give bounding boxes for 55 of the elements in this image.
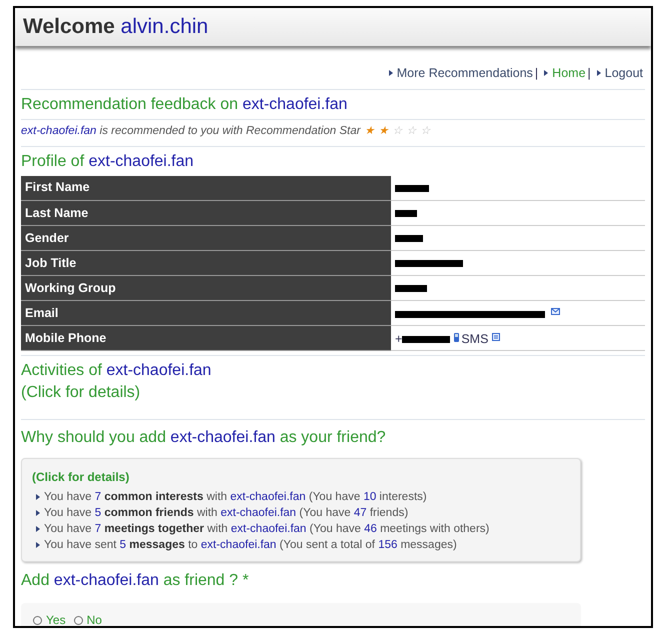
sms-link[interactable]: SMS — [461, 332, 488, 346]
profile-link[interactable]: ext-chaofei.fan — [106, 362, 212, 379]
table-cell: First Name — [21, 176, 391, 200]
profile-link[interactable]: ext-chaofei.fan — [200, 539, 276, 551]
reason-text: You have sent 5 messages to ext-chaofei.fan (You sent a total of 156 messages) — [44, 538, 457, 553]
recommendation-text: ext-chaofei.fan is recommended to you with Recommendation Star — [21, 124, 360, 140]
bullet-icon — [596, 70, 601, 76]
reason-text: You have 5 common friends with ext-chaofei.fan (You have 47 friends) — [44, 506, 408, 521]
star-icon: ☆ — [406, 126, 416, 138]
details-link[interactable]: (Click for details) — [21, 383, 140, 407]
profile-link[interactable]: ext-chaofei.fan — [220, 507, 296, 519]
separator-text: | — [588, 66, 591, 80]
table-cell: Gender — [21, 226, 391, 250]
section-heading: Activities of ext-chaofei.fan — [21, 361, 212, 381]
star-icon: ★ — [364, 126, 374, 138]
section-heading: Profile of ext-chaofei.fan — [21, 152, 195, 172]
nav-link[interactable]: Logout — [604, 66, 643, 80]
redaction-bar — [395, 184, 429, 192]
section-heading: Why should you add ext-chaofei.fan as your friend? — [21, 428, 387, 448]
section-heading: Recommendation feedback on ext-chaofei.fan — [21, 95, 348, 116]
redaction-bar — [402, 336, 450, 344]
table-cell: Last Name — [21, 200, 391, 226]
table-cell: Mobile Phone — [21, 326, 391, 350]
redaction-bar — [395, 210, 417, 217]
table-cell: Email — [21, 300, 391, 326]
bullet-icon — [36, 542, 40, 548]
welcome-title: Welcome alvin.chin — [23, 15, 208, 38]
profile-link[interactable]: ext-chaofei.fan — [170, 429, 276, 446]
bullet-icon — [36, 494, 40, 500]
profile-link[interactable]: ext-chaofei.fan — [230, 523, 306, 535]
phone-icon — [454, 330, 460, 344]
profile-link[interactable]: ext-chaofei.fan — [230, 491, 306, 503]
profile-link[interactable]: ext-chaofei.fan — [88, 152, 194, 170]
bullet-icon — [388, 70, 393, 76]
reason-text: You have 7 common interests with ext-chaofei.fan (You have 10 interests) — [44, 490, 427, 505]
bullet-icon — [36, 510, 40, 516]
redaction-bar — [395, 284, 427, 292]
reason-text: You have 7 meetings together with ext-chaofei.fan (You have 46 meetings with others) — [44, 522, 490, 537]
phone-prefix: + — [395, 332, 402, 346]
nav-link[interactable]: More Recommendations — [396, 66, 533, 80]
redaction-bar — [395, 234, 423, 242]
redaction-bar — [395, 260, 463, 267]
nav-link[interactable]: Home — [552, 66, 586, 80]
section-heading: Add ext-chaofei.fan as friend ? * — [21, 571, 250, 591]
star-icon: ★ — [378, 126, 388, 138]
bullet-icon — [544, 70, 548, 76]
profile-link[interactable]: ext-chaofei.fan — [242, 96, 348, 114]
table-cell: Working Group — [21, 276, 391, 300]
star-icon: ☆ — [420, 126, 430, 138]
profile-link[interactable]: ext-chaofei.fan — [21, 125, 96, 138]
star-icon: ☆ — [392, 126, 402, 138]
bullet-icon — [36, 526, 40, 532]
separator-text: | — [534, 66, 538, 80]
table-cell: Job Title — [21, 250, 391, 276]
profile-link[interactable]: ext-chaofei.fan — [54, 572, 159, 589]
